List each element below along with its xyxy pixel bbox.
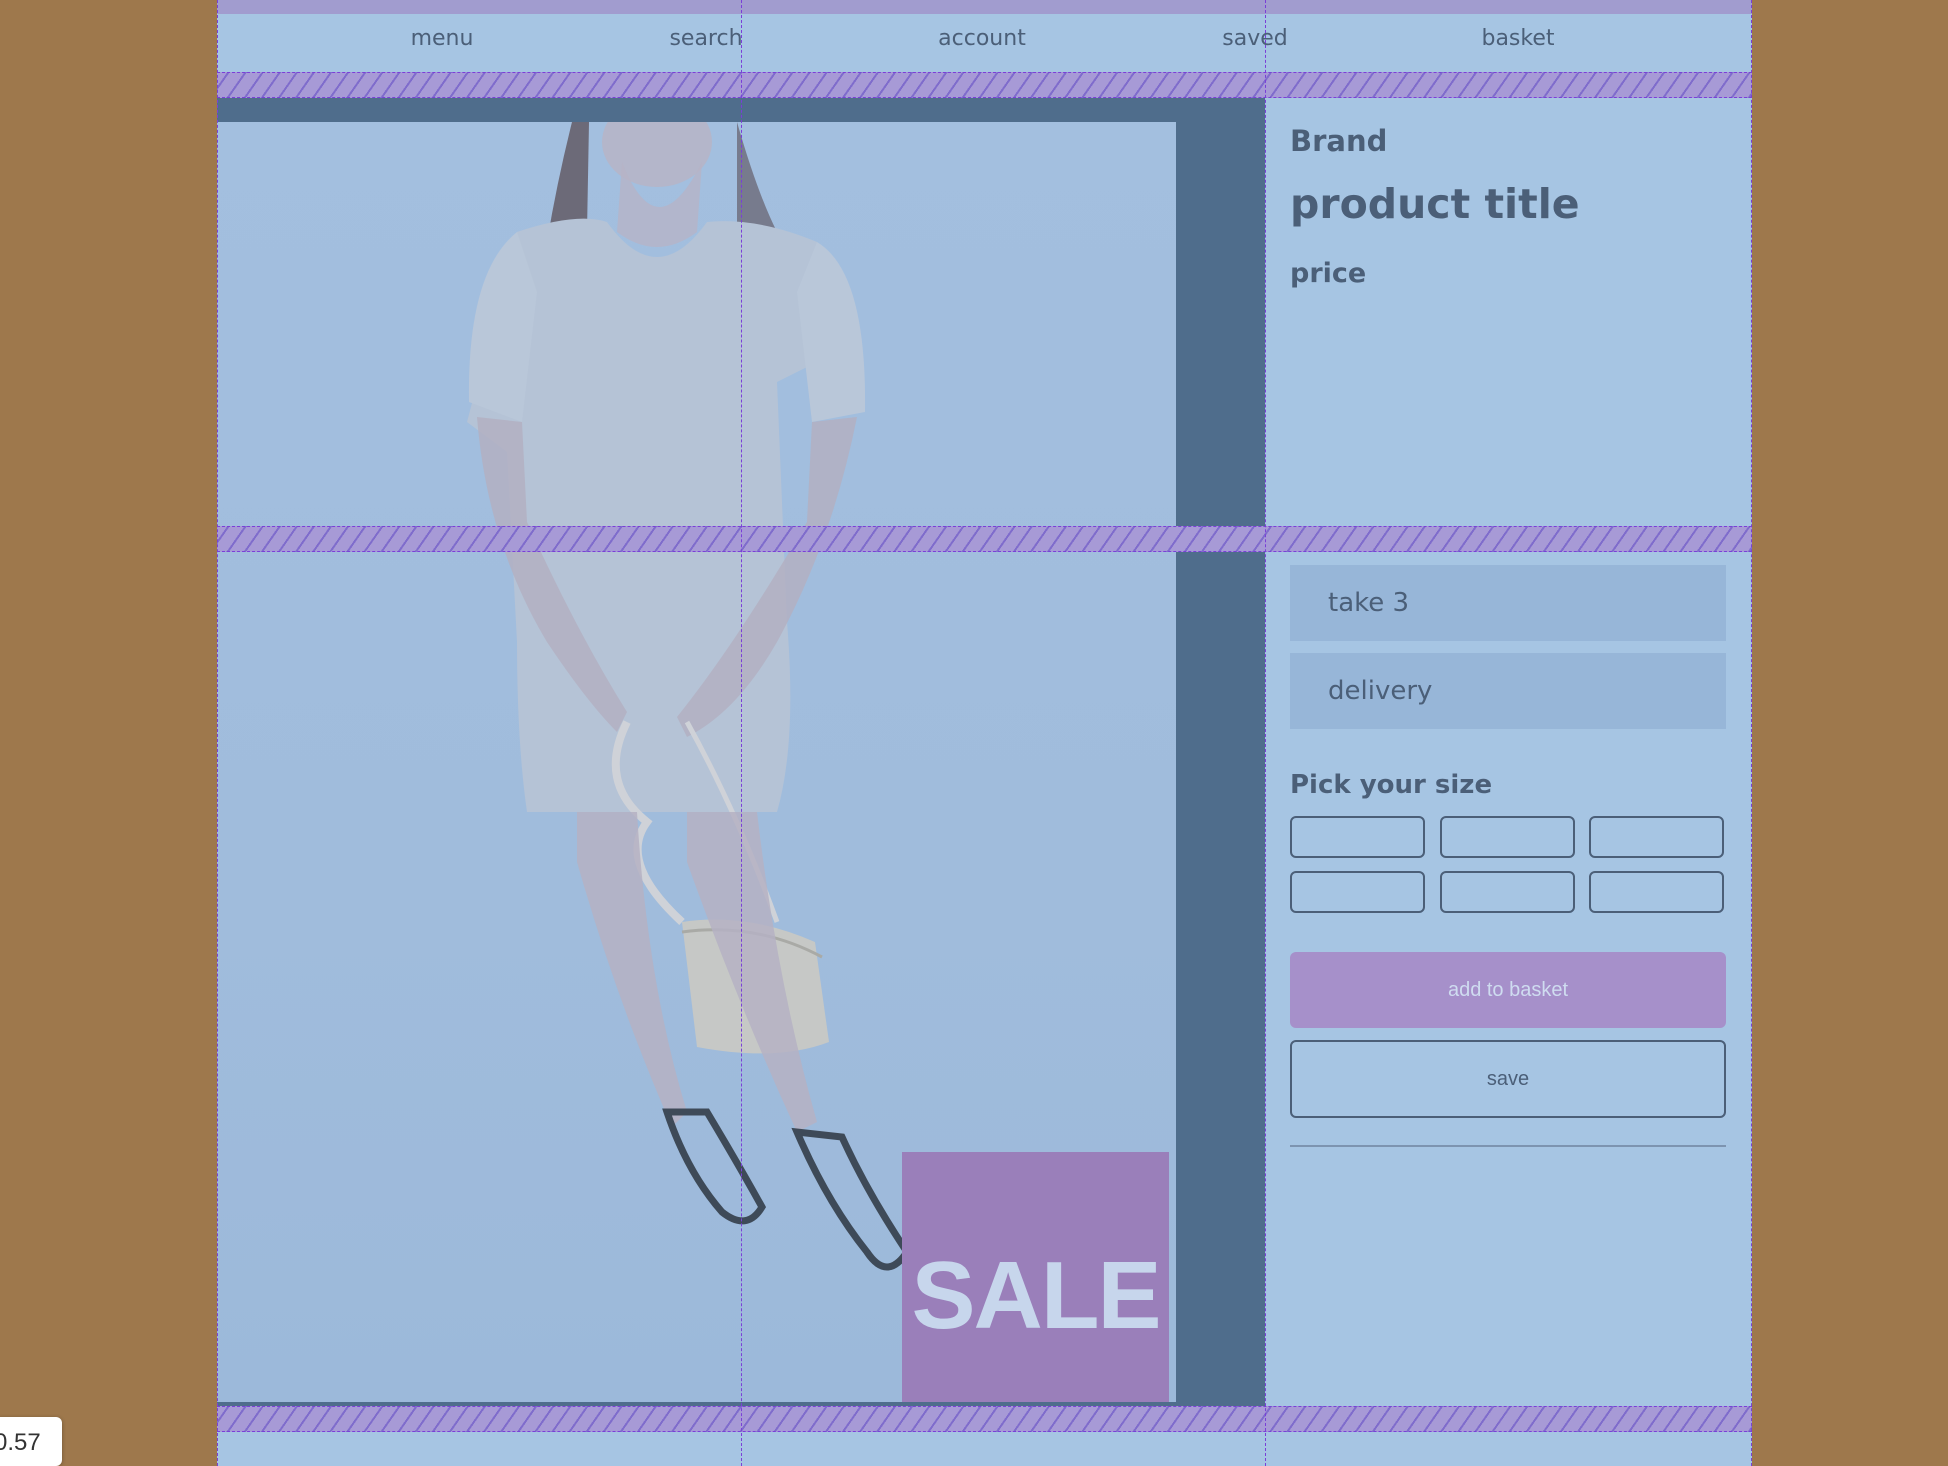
take-3-promo[interactable]: take 3 (1290, 565, 1726, 641)
nav-menu[interactable]: menu (411, 26, 474, 51)
nav-saved[interactable]: saved (1222, 26, 1287, 51)
size-option[interactable] (1290, 816, 1425, 858)
size-label: Pick your size (1290, 770, 1493, 800)
grid-edge-left (217, 0, 218, 1466)
size-option[interactable] (1440, 816, 1575, 858)
delivery-info[interactable]: delivery (1290, 653, 1726, 729)
size-option[interactable] (1589, 816, 1724, 858)
nav-account[interactable]: account (938, 26, 1026, 51)
top-nav: menu search account saved basket (217, 14, 1752, 72)
product-image[interactable]: SALE (217, 122, 1176, 1402)
value-readout: 0.57 (0, 1417, 62, 1466)
size-option[interactable] (1290, 871, 1425, 913)
product-title: product title (1290, 180, 1580, 228)
sale-badge-text: SALE (911, 1242, 1161, 1349)
add-to-basket-button[interactable]: add to basket (1290, 952, 1726, 1028)
top-strip (217, 0, 1752, 14)
grid-line-col-2 (1265, 0, 1266, 1466)
size-option[interactable] (1589, 871, 1724, 913)
nav-search[interactable]: search (669, 26, 742, 51)
sale-badge: SALE (902, 1152, 1169, 1402)
grid-gap-row-2 (217, 526, 1752, 552)
grid-gap-row-1 (217, 72, 1752, 98)
product-price: price (1290, 258, 1367, 289)
grid-line-col-1 (741, 0, 742, 1466)
grid-edge-right (1751, 0, 1752, 1466)
brand-name[interactable]: Brand (1290, 124, 1387, 158)
divider (1290, 1145, 1726, 1147)
grid-gap-row-3 (217, 1406, 1752, 1432)
nav-basket[interactable]: basket (1481, 26, 1554, 51)
size-option[interactable] (1440, 871, 1575, 913)
save-button[interactable]: save (1290, 1040, 1726, 1118)
product-page: menu search account saved basket SALE Br… (217, 0, 1752, 1466)
